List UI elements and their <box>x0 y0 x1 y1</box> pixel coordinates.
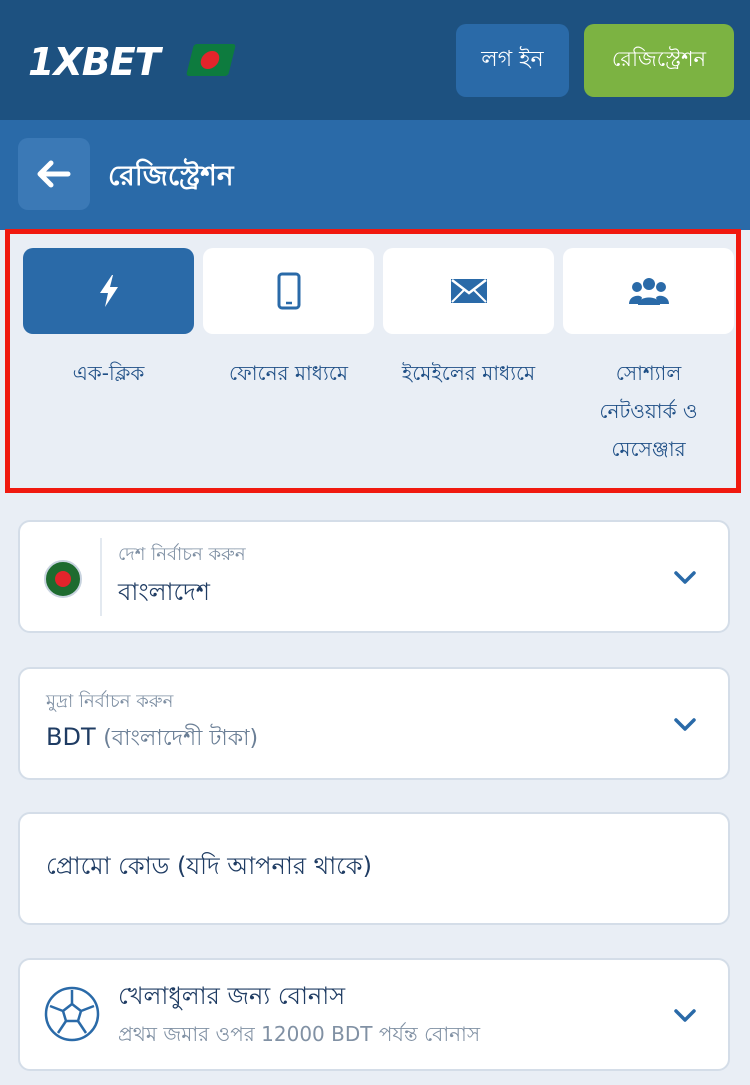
top-bar: 1XBET লগ ইন রেজিস্ট্রেশন <box>0 0 750 120</box>
method-label-email: ইমেইলের মাধ্যমে <box>401 361 536 385</box>
divider <box>100 538 102 616</box>
bangladesh-flag-icon <box>186 44 236 76</box>
page-header: রেজিস্ট্রেশন <box>0 120 750 230</box>
method-social[interactable] <box>563 248 734 334</box>
bonus-select[interactable]: খেলাধুলার জন্য বোনাস প্রথম জমার ওপর 1200… <box>18 958 730 1071</box>
bangladesh-flag-icon <box>44 560 82 598</box>
country-label: দেশ নির্বাচন করুন <box>118 544 246 565</box>
chevron-down-icon[interactable] <box>672 1002 698 1028</box>
logo-text: 1XBET <box>28 40 161 84</box>
chevron-down-icon[interactable] <box>672 564 698 590</box>
chevron-down-icon[interactable] <box>672 711 698 737</box>
method-phone[interactable] <box>203 248 374 334</box>
group-icon <box>628 278 669 305</box>
country-select[interactable]: দেশ নির্বাচন করুন বাংলাদেশ <box>18 520 730 633</box>
method-label-one-click: এক-ক্লিক <box>72 361 145 385</box>
login-button[interactable]: লগ ইন <box>456 24 569 97</box>
page-title: রেজিস্ট্রেশন <box>108 159 234 192</box>
currency-label: মুদ্রা নির্বাচন করুন <box>46 691 174 712</box>
currency-code: BDT <box>46 723 96 751</box>
back-button[interactable] <box>18 138 90 210</box>
promo-code-placeholder: প্রোমো কোড (যদি আপনার থাকে) <box>46 852 372 880</box>
register-button[interactable]: রেজিস্ট্রেশন <box>584 24 734 97</box>
brand-logo[interactable]: 1XBET <box>28 40 161 84</box>
soccer-ball-icon <box>44 986 100 1042</box>
phone-icon <box>277 272 300 310</box>
arrow-left-icon <box>37 160 71 188</box>
bonus-subtitle: প্রথম জমার ওপর 12000 BDT পর্যন্ত বোনাস <box>118 1022 481 1046</box>
promo-code-input[interactable]: প্রোমো কোড (যদি আপনার থাকে) <box>18 812 730 925</box>
currency-select[interactable]: মুদ্রা নির্বাচন করুন BDT (বাংলাদেশী টাকা… <box>18 667 730 780</box>
envelope-icon <box>450 279 487 303</box>
bonus-title: খেলাধুলার জন্য বোনাস <box>118 982 346 1010</box>
currency-name: (বাংলাদেশী টাকা) <box>103 726 259 751</box>
registration-methods: এক-ক্লিক ফোনের মাধ্যমে ইমেইলের মাধ্যমে স… <box>5 229 741 493</box>
currency-value: BDT (বাংলাদেশী টাকা) <box>46 721 258 758</box>
method-label-social: সোশ্যাল নেটওয়ার্ক ও মেসেঞ্জার <box>599 361 698 461</box>
lightning-icon <box>99 275 118 307</box>
country-value: বাংলাদেশ <box>118 578 210 606</box>
method-label-phone: ফোনের মাধ্যমে <box>229 361 348 385</box>
method-email[interactable] <box>383 248 554 334</box>
method-one-click[interactable] <box>23 248 194 334</box>
